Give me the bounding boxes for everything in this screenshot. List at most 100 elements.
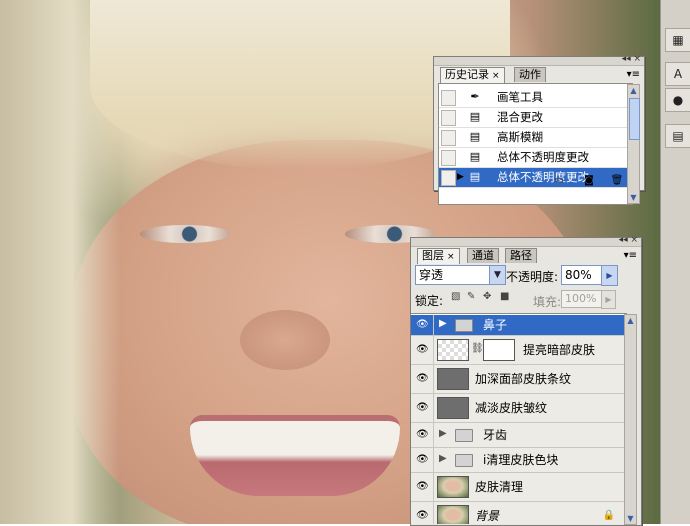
layer-name: 加深面部皮肤条纹 [475, 372, 572, 386]
layer-thumbnail[interactable] [437, 505, 469, 524]
eye-icon: 👁 [416, 510, 429, 521]
history-source-checkbox[interactable] [441, 130, 456, 146]
blend-mode-select[interactable]: 穿透 ▼ [415, 265, 506, 285]
layer-visibility-toggle[interactable]: 👁 [411, 473, 434, 501]
layer-visibility-toggle[interactable]: 👁 [411, 315, 434, 335]
layer-visibility-toggle[interactable]: 👁 [411, 448, 434, 472]
layer-row[interactable]: 👁 ▶ 牙齿 [411, 423, 627, 448]
tab-actions[interactable]: 动作 [514, 67, 546, 82]
layer-visibility-toggle[interactable]: 👁 [411, 336, 434, 364]
layer-name: 背景 [475, 509, 500, 523]
history-titlebar[interactable]: ◂◂ × [434, 54, 644, 66]
history-item[interactable]: ▤ 总体不透明度更改 [439, 148, 632, 168]
history-panel: ◂◂ × 历史记录 × 动作 ▾≡ ✒ 画笔工具 ▤ 混合更改 ▤ 高斯模糊 ▤ 总体不透明度更… [433, 54, 645, 205]
layer-row[interactable]: 👁 ▶ i清理皮肤色块 [411, 448, 627, 473]
layer-row[interactable]: 👁 皮肤清理 [411, 473, 627, 502]
history-source-checkbox[interactable] [441, 110, 456, 126]
tab-layers[interactable]: 图层 × [417, 248, 460, 264]
text-tool-icon[interactable]: A [665, 62, 690, 86]
expand-triangle-icon[interactable]: ▶ [439, 318, 447, 329]
layer-visibility-toggle[interactable]: 👁 [411, 423, 434, 447]
layer-visibility-toggle[interactable]: 👁 [411, 394, 434, 422]
lock-move-icon[interactable]: ✥ [483, 291, 494, 302]
history-footer: ▭ ◙ 🗑 [434, 172, 644, 190]
layer-thumbnail[interactable] [437, 339, 469, 361]
eye-icon: 👁 [416, 373, 429, 384]
layer-row[interactable]: 👁 减淡皮肤皱纹 [411, 394, 627, 423]
scroll-down-icon[interactable]: ▼ [628, 192, 639, 203]
eye-icon: 👁 [416, 454, 429, 465]
layer-name: 提亮暗部皮肤 [523, 343, 596, 357]
link-chain-icon[interactable]: ⛓ [471, 343, 484, 354]
eye-icon: 👁 [416, 402, 429, 413]
opacity-slider-button[interactable]: ▶ [601, 265, 618, 286]
layer-name: 牙齿 [483, 428, 508, 442]
close-tab-icon[interactable]: × [447, 252, 455, 262]
lock-transparent-icon[interactable]: ▧ [451, 291, 462, 302]
opacity-label: 不透明度: [506, 270, 559, 284]
brush-icon: ✒ [470, 90, 480, 103]
tool-button-1[interactable]: ▦ [665, 28, 690, 52]
layer-thumbnail[interactable] [437, 397, 469, 419]
close-tab-icon[interactable]: × [492, 71, 500, 81]
fill-input[interactable]: 100% [561, 290, 602, 308]
folder-icon [455, 454, 473, 467]
eye-icon: 👁 [416, 429, 429, 440]
expand-triangle-icon[interactable]: ▶ [439, 453, 447, 464]
history-item[interactable]: ▤ 混合更改 [439, 108, 632, 128]
scroll-up-icon[interactable]: ▲ [628, 85, 639, 96]
layers-panel: ◂◂ × 图层 × 通道 路径 ▾≡ 穿透 ▼ 不透明度: 80% ▶ 锁定: ▧ … [410, 235, 642, 526]
layers-scrollbar[interactable]: ▲ ▼ [624, 314, 637, 525]
history-source-checkbox[interactable] [441, 150, 456, 166]
trash-icon[interactable]: 🗑 [610, 175, 624, 187]
expand-triangle-icon[interactable]: ▶ [439, 428, 447, 439]
panel-menu-icon[interactable]: ▾≡ [627, 69, 640, 80]
tab-paths[interactable]: 路径 [505, 248, 537, 263]
snapshot-camera-icon[interactable]: ◙ [582, 175, 596, 187]
document-icon: ▤ [469, 110, 481, 123]
layers-titlebar[interactable]: ◂◂ × [411, 235, 641, 247]
layer-name: 皮肤清理 [475, 480, 524, 494]
eye-icon: 👁 [416, 481, 429, 492]
layer-row[interactable]: 👁 加深面部皮肤条纹 [411, 365, 627, 394]
history-item[interactable]: ▤ 高斯模糊 [439, 128, 632, 148]
lock-all-icon[interactable]: ■ [500, 291, 511, 302]
history-item[interactable]: ✒ 画笔工具 [439, 88, 632, 108]
panel-collapse-icon[interactable]: ◂◂ × [619, 235, 638, 245]
tab-channels[interactable]: 通道 [467, 248, 499, 263]
layer-name: 鼻子 [483, 318, 508, 332]
scroll-up-icon[interactable]: ▲ [625, 315, 636, 326]
lock-icon: 🔒 [602, 510, 615, 521]
tool-strip: ▦ A ● ▤ [660, 0, 690, 524]
portrait-eye-left [140, 225, 230, 243]
fill-slider-button[interactable]: ▶ [601, 290, 616, 309]
scroll-down-icon[interactable]: ▼ [625, 513, 636, 524]
folder-icon [455, 319, 473, 332]
panel-toggle-icon[interactable]: ▤ [665, 124, 690, 148]
layer-name: 减淡皮肤皱纹 [475, 401, 548, 415]
layer-mask-thumbnail[interactable] [483, 339, 515, 361]
fill-label: 填充: [533, 295, 562, 309]
adjust-tool-icon[interactable]: ● [665, 88, 690, 112]
tab-history[interactable]: 历史记录 × [440, 67, 505, 83]
new-document-icon[interactable]: ▭ [552, 175, 566, 187]
layer-thumbnail[interactable] [437, 368, 469, 390]
opacity-input[interactable]: 80% [561, 265, 602, 285]
chevron-down-icon[interactable]: ▼ [489, 266, 505, 284]
layer-row[interactable]: 👁 背景 🔒 [411, 502, 627, 524]
layer-visibility-toggle[interactable]: 👁 [411, 365, 434, 393]
history-item-label: 高斯模糊 [497, 130, 543, 144]
panel-collapse-icon[interactable]: ◂◂ × [622, 54, 641, 64]
portrait-mouth [190, 415, 400, 496]
lock-label: 锁定: [415, 294, 444, 308]
layer-visibility-toggle[interactable]: 👁 [411, 502, 434, 524]
lock-brush-icon[interactable]: ✎ [467, 291, 478, 302]
history-source-checkbox[interactable] [441, 90, 456, 106]
portrait-nose [240, 310, 330, 370]
layer-thumbnail[interactable] [437, 476, 469, 498]
panel-menu-icon[interactable]: ▾≡ [624, 250, 637, 261]
layer-name: i清理皮肤色块 [483, 453, 559, 467]
scroll-thumb[interactable] [629, 98, 640, 140]
layer-row[interactable]: 👁 ⛓ 提亮暗部皮肤 [411, 336, 627, 365]
layer-row[interactable]: 👁 ▶ 鼻子 [411, 315, 627, 336]
